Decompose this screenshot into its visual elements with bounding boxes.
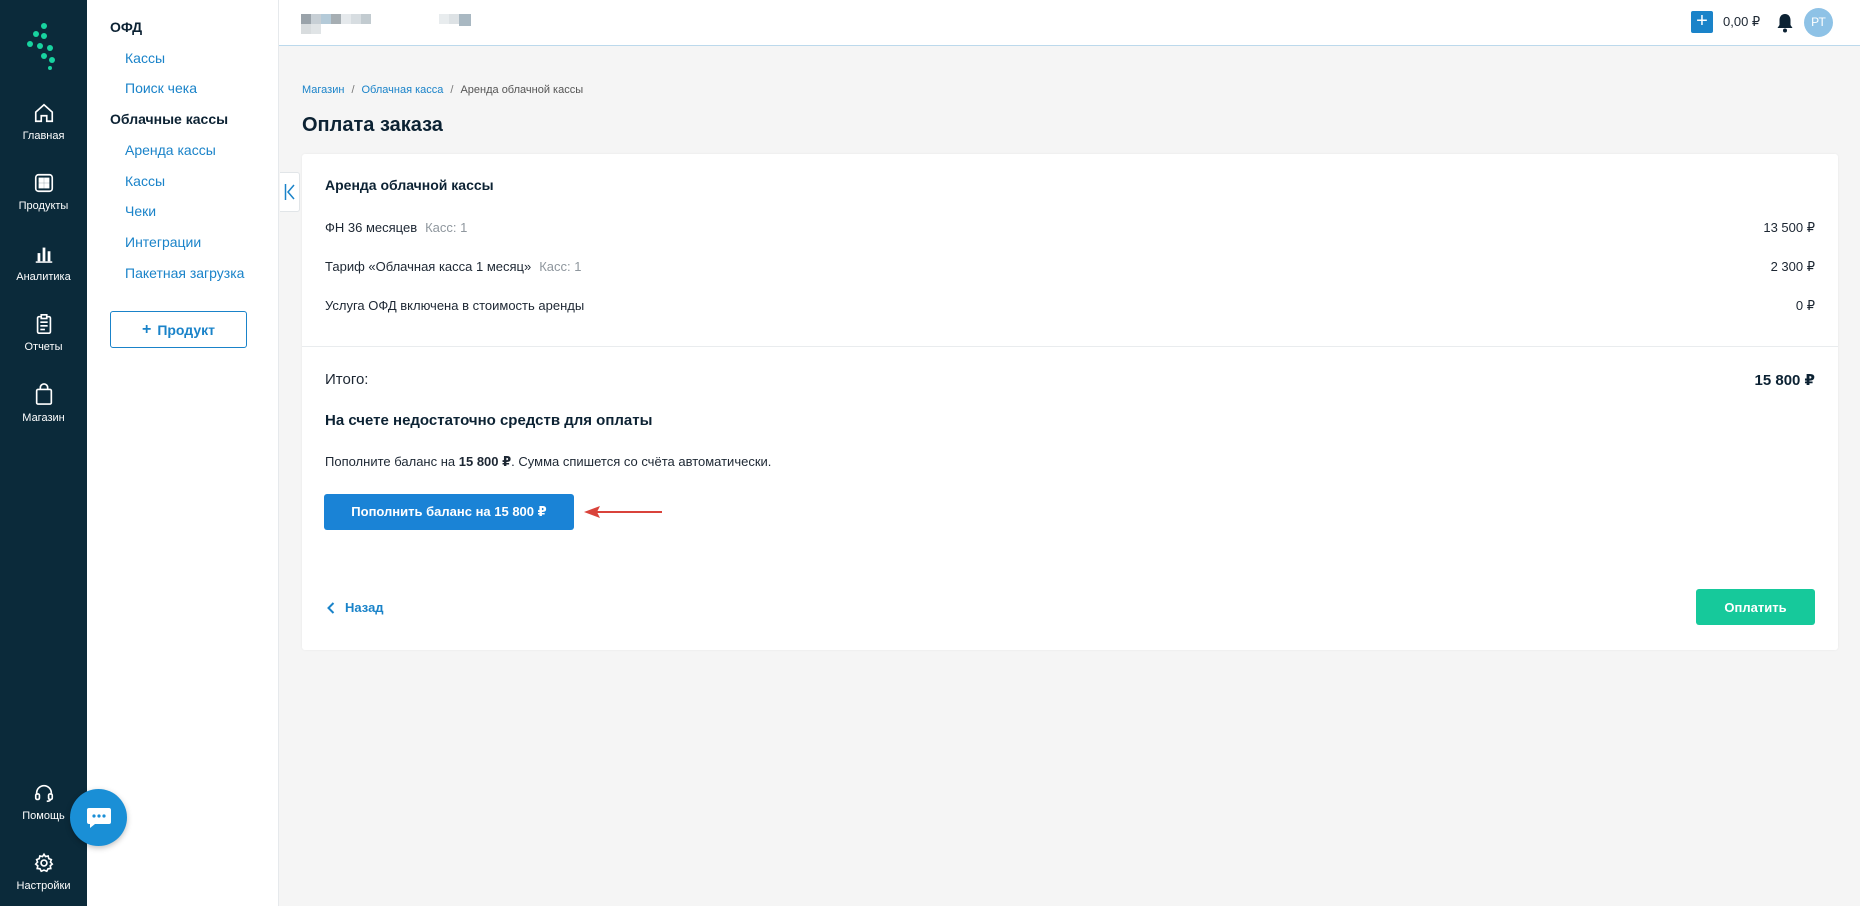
order-line-name: Тариф «Облачная касса 1 месяц» [325,259,532,274]
rail-label: Главная [22,130,65,142]
order-line-name: ФН 36 месяцев [325,220,418,235]
gear-icon [34,852,53,873]
add-product-label: Продукт [157,321,216,338]
grid-icon [34,173,53,193]
rail-label: Продукты [18,200,69,212]
subnav-link-receipt-search[interactable]: Поиск чека [125,80,197,96]
breadcrumb-shop[interactable]: Магазин [302,84,344,96]
annotation-arrow [584,506,662,518]
warning-prefix: Пополните баланс на [325,454,459,469]
add-product-button[interactable]: + Продукт [110,311,247,348]
account-balance[interactable]: 0,00 ₽ [1723,14,1760,30]
order-line-name: Услуга ОФД включена в стоимость аренды [325,298,585,313]
breadcrumb-current: Аренда облачной кассы [460,84,584,96]
order-line: ФН 36 месяцев Касс: 1 13 500 ₽ [325,220,1815,235]
order-line-price: 2 300 ₽ [1770,259,1815,274]
order-line-qty: Касс: 1 [539,259,582,274]
rail-item-home[interactable]: Главная [0,102,87,142]
subnav-link-kassy[interactable]: Кассы [125,50,165,66]
insufficient-funds-title: На счете недостаточно средств для оплаты [325,412,653,429]
top-up-balance-button[interactable]: Пополнить баланс на 15 800 ₽ [324,494,574,530]
secondary-sidebar: ОФД Кассы Поиск чека Облачные кассы Арен… [87,0,279,906]
rail-item-settings[interactable]: Настройки [0,852,87,892]
main-rail: Главная Продукты Аналитика Отчеты Магази… [0,0,87,906]
rail-label: Настройки [16,880,71,892]
chevron-left-icon [327,601,335,614]
subnav-link-receipts[interactable]: Чеки [125,203,156,219]
bar-chart-icon [35,247,52,263]
collapse-sidebar-button[interactable] [280,172,300,212]
total-value: 15 800 ₽ [1754,372,1815,389]
top-up-plus-button[interactable]: + [1691,11,1713,33]
back-button[interactable]: Назад [327,600,384,615]
order-card: Аренда облачной кассы ФН 36 месяцев Касс:… [302,154,1838,650]
chat-button[interactable] [70,789,127,846]
home-icon [34,103,53,123]
rail-item-analytics[interactable]: Аналитика [0,243,87,283]
pay-button[interactable]: Оплатить [1696,589,1815,625]
user-avatar[interactable]: РТ [1804,8,1833,37]
rail-label: Аналитика [16,271,71,283]
back-label: Назад [345,600,384,615]
bell-icon[interactable] [1776,13,1794,33]
subnav-link-cloud-kassy[interactable]: Кассы [125,173,165,189]
order-line: Услуга ОФД включена в стоимость аренды 0… [325,298,1815,313]
clipboard-icon [36,314,51,334]
rail-label: Магазин [22,412,65,424]
plus-icon: + [141,320,152,338]
insufficient-funds-text: Пополните баланс на 15 800 ₽. Сумма спиш… [325,454,771,470]
collapse-left-icon [284,184,295,200]
subnav-link-rent[interactable]: Аренда кассы [125,142,216,158]
order-title: Аренда облачной кассы [325,177,494,193]
order-line: Тариф «Облачная касса 1 месяц» Касс: 1 2 … [325,259,1815,274]
subnav-group-ofd: ОФД [110,19,143,35]
breadcrumb: Магазин / Облачная касса / Аренда облачной к… [302,84,584,96]
warning-amount: 15 800 ₽ [458,454,512,469]
total-label: Итого: [325,371,369,388]
rail-label: Отчеты [24,341,63,353]
order-line-price: 0 ₽ [1795,298,1815,313]
shopping-bag-icon [35,383,52,405]
divider [302,346,1838,347]
subnav-link-integrations[interactable]: Интеграции [125,234,201,250]
order-line-price: 13 500 ₽ [1763,220,1815,235]
order-line-qty: Касс: 1 [425,220,468,235]
rail-item-reports[interactable]: Отчеты [0,313,87,353]
logo-icon[interactable] [26,22,62,70]
rail-item-products[interactable]: Продукты [0,172,87,212]
subnav-group-cloud: Облачные кассы [110,111,229,127]
warning-suffix: . Сумма спишется со счёта автоматически. [511,454,772,469]
breadcrumb-cloud-kassa[interactable]: Облачная касса [362,84,444,96]
headset-icon [34,784,53,803]
subnav-link-batch-upload[interactable]: Пакетная загрузка [125,265,244,281]
rail-item-shop[interactable]: Магазин [0,382,87,424]
blurred-company-logo [301,14,471,38]
chat-bubble-icon [86,807,111,828]
page-title: Оплата заказа [302,114,443,136]
top-bar: + 0,00 ₽ РТ [279,0,1860,46]
